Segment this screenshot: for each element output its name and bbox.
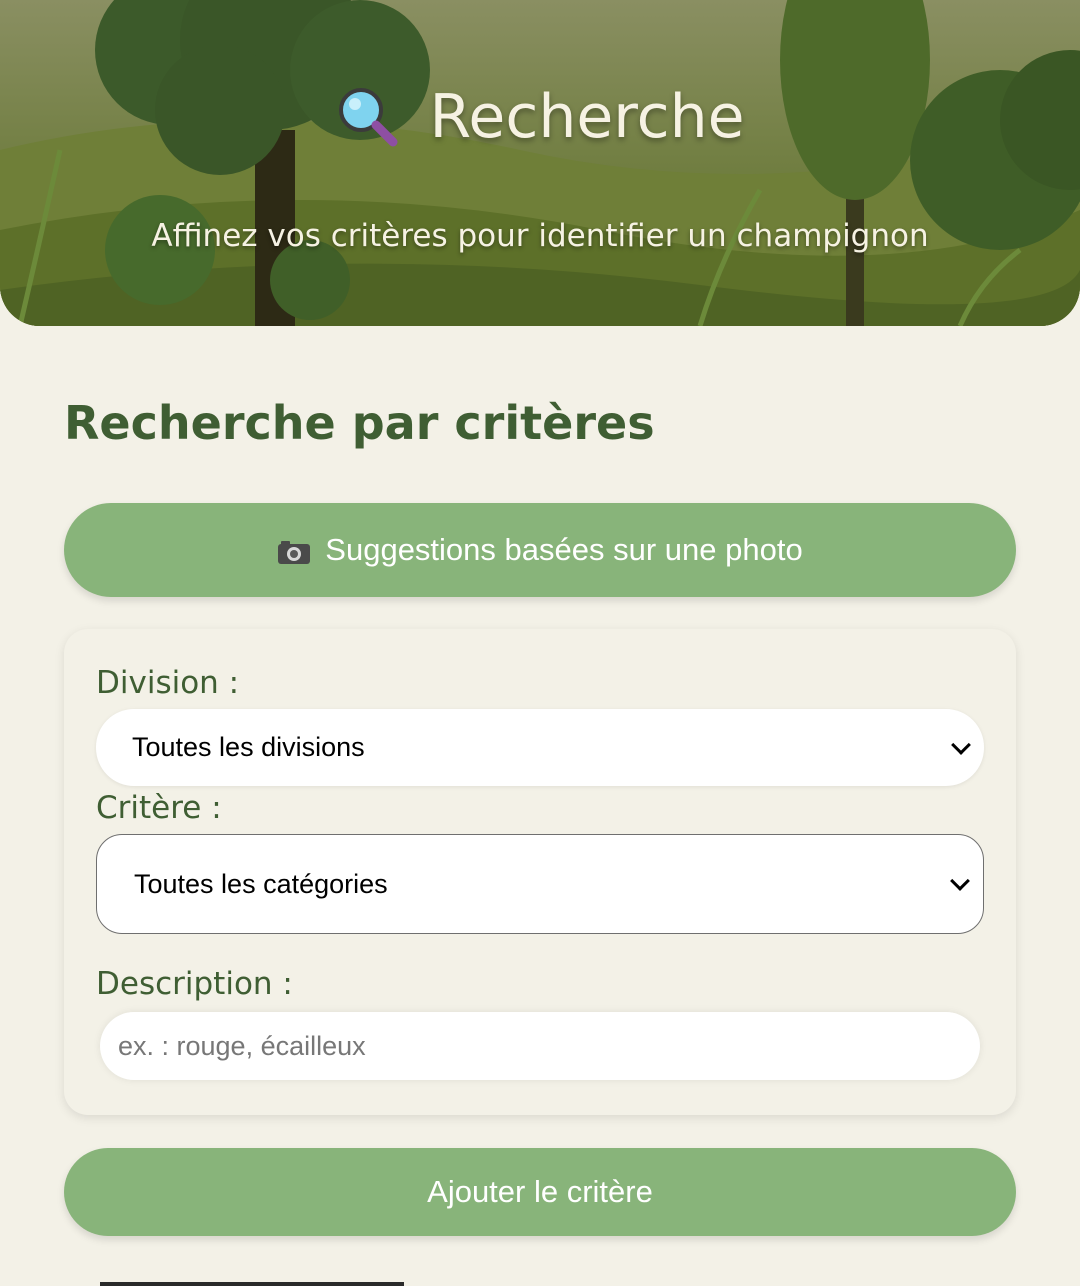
magnifying-glass-icon — [335, 84, 401, 150]
chevron-down-icon — [951, 734, 971, 755]
add-criterion-button[interactable]: Ajouter le critère — [64, 1148, 1016, 1236]
critere-select[interactable]: Toutes les catégories — [96, 834, 984, 934]
camera-icon — [277, 537, 311, 564]
chevron-down-icon — [950, 871, 970, 891]
photo-suggestions-button[interactable]: Suggestions basées sur une photo — [64, 503, 1016, 597]
critere-label: Critère : — [96, 790, 222, 826]
description-input[interactable] — [100, 1012, 980, 1080]
hero-subtitle: Affinez vos critères pour identifier un … — [151, 218, 929, 254]
description-label: Description : — [96, 966, 293, 1002]
division-label: Division : — [96, 665, 240, 701]
photo-suggestions-label: Suggestions basées sur une photo — [325, 532, 803, 567]
critere-select-value: Toutes les catégories — [134, 868, 388, 899]
forest-illustration — [0, 0, 1080, 326]
hero-banner: Recherche Affinez vos critères pour iden… — [0, 0, 1080, 326]
division-select-value: Toutes les divisions — [132, 732, 365, 762]
divider — [100, 1282, 404, 1286]
division-select[interactable]: Toutes les divisions — [96, 709, 984, 786]
add-criterion-label: Ajouter le critère — [427, 1174, 653, 1209]
hero-title-text: Recherche — [429, 82, 745, 152]
section-title: Recherche par critères — [64, 396, 655, 450]
page-title: Recherche — [0, 82, 1080, 152]
